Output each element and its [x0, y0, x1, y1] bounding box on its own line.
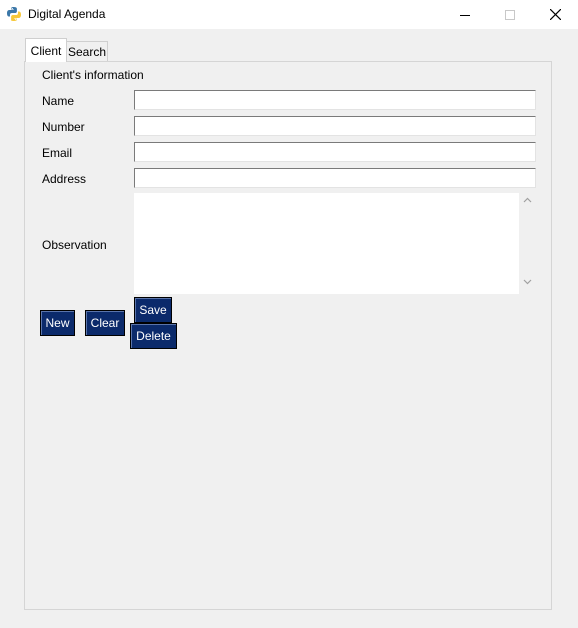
- clear-button[interactable]: Clear: [85, 310, 125, 336]
- address-field[interactable]: [134, 168, 536, 188]
- minimize-icon: [460, 14, 470, 16]
- window-title: Digital Agenda: [28, 7, 106, 21]
- observation-scrollbar[interactable]: [519, 193, 536, 294]
- email-label: Email: [42, 146, 73, 160]
- number-label: Number: [42, 120, 85, 134]
- maximize-icon: [505, 9, 515, 20]
- maximize-button[interactable]: [487, 0, 533, 29]
- new-button[interactable]: New: [40, 310, 75, 336]
- observation-textarea[interactable]: [134, 193, 536, 294]
- minimize-button[interactable]: [442, 0, 488, 29]
- python-icon: [7, 7, 21, 21]
- address-label: Address: [42, 172, 87, 186]
- delete-button[interactable]: Delete: [130, 323, 177, 349]
- number-field[interactable]: [134, 116, 536, 136]
- section-title: Client's information: [42, 68, 144, 82]
- close-button[interactable]: [532, 0, 578, 29]
- chevron-up-icon[interactable]: [523, 197, 532, 203]
- close-icon: [549, 9, 561, 20]
- email-field[interactable]: [134, 142, 536, 162]
- tab-search[interactable]: Search: [66, 41, 108, 61]
- save-button[interactable]: Save: [134, 297, 172, 323]
- name-field[interactable]: [134, 90, 536, 110]
- observation-label: Observation: [42, 238, 107, 252]
- tab-client[interactable]: Client: [25, 38, 67, 62]
- chevron-down-icon[interactable]: [523, 279, 532, 285]
- name-label: Name: [42, 94, 75, 108]
- title-bar: Digital Agenda: [0, 0, 578, 29]
